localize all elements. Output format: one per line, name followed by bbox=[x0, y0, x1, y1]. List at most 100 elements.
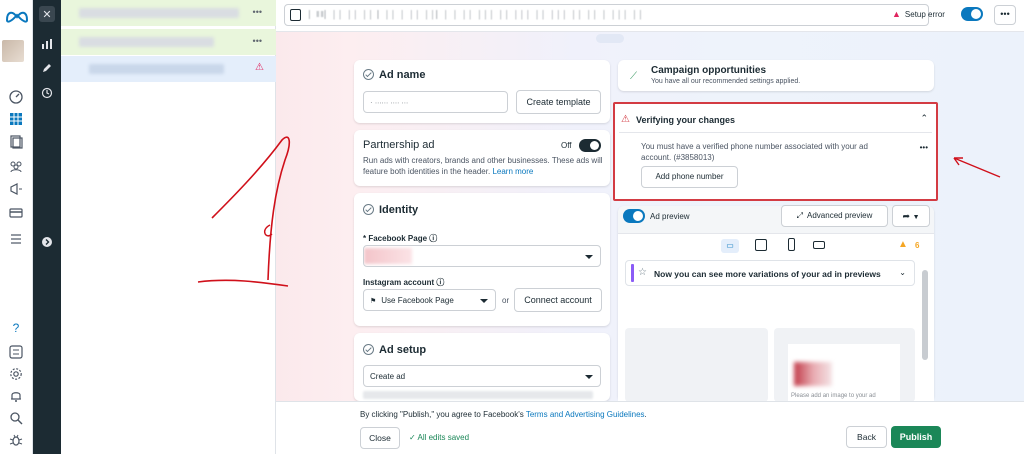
pages-icon[interactable] bbox=[8, 134, 24, 150]
saved-status: ✓ All edits saved bbox=[409, 433, 469, 442]
identity-title-text: Identity bbox=[379, 204, 419, 216]
checkmark-circle-icon bbox=[363, 69, 374, 80]
breadcrumb[interactable]: ▏‖‖▏││ ││ ││ ▏││ │ ││ ││▏│ │ ││ │││ ││ │… bbox=[284, 4, 929, 26]
row-more-icon[interactable]: ••• bbox=[253, 7, 262, 17]
ad-setup-title-text: Ad setup bbox=[379, 344, 427, 356]
topbar-more-button[interactable]: ••• bbox=[994, 5, 1016, 25]
publish-button[interactable]: Publish bbox=[891, 426, 941, 448]
banner-accent bbox=[631, 264, 634, 282]
message-more-icon[interactable]: ••• bbox=[920, 143, 928, 152]
ad-active-toggle[interactable] bbox=[961, 7, 983, 21]
back-button[interactable]: Back bbox=[846, 426, 887, 448]
account-avatar[interactable] bbox=[2, 40, 24, 62]
blurred-page-name bbox=[364, 248, 412, 264]
share-arrow-icon: ➦ bbox=[902, 211, 911, 221]
identity-title: Identity bbox=[363, 204, 418, 216]
ad-preview-toggle[interactable] bbox=[623, 209, 645, 223]
all-tools-menu-icon[interactable] bbox=[8, 231, 24, 247]
panel-toggle-icon[interactable] bbox=[290, 9, 301, 21]
row-more-icon[interactable]: ••• bbox=[253, 36, 262, 46]
desktop-preview-icon[interactable]: ▭ bbox=[721, 239, 739, 253]
close-icon[interactable]: ✕ bbox=[39, 6, 55, 22]
red-arrow-annotation bbox=[953, 157, 1001, 178]
facebook-page-select[interactable] bbox=[363, 245, 601, 267]
feed-preview-icon[interactable] bbox=[755, 239, 767, 251]
edit-review-tabs bbox=[596, 34, 679, 46]
billing-card-icon[interactable] bbox=[8, 205, 24, 221]
tree-row-campaign[interactable]: ••• bbox=[61, 0, 276, 26]
terms-link[interactable]: Terms and Advertising Guidelines bbox=[526, 410, 645, 419]
blurred-preview-image bbox=[794, 362, 832, 386]
mobile-preview-icon[interactable] bbox=[788, 238, 795, 251]
blurred-preview-caption: Please add an image to your ad bbox=[791, 393, 876, 399]
tree-row-ad-set[interactable]: ••• bbox=[61, 29, 276, 55]
blurred-campaign-name bbox=[79, 8, 239, 18]
saved-status-text: All edits saved bbox=[417, 433, 470, 442]
warning-triangle-icon[interactable]: ▲ bbox=[898, 239, 908, 250]
ad-setup-select[interactable]: Create ad bbox=[363, 365, 601, 387]
campaign-opportunities-subtitle: You have all our recommended settings ap… bbox=[651, 78, 801, 85]
partnership-ad-toggle[interactable] bbox=[579, 139, 601, 152]
chevron-down-icon bbox=[585, 255, 593, 259]
megaphone-icon[interactable] bbox=[8, 181, 24, 197]
add-phone-number-button[interactable]: Add phone number bbox=[641, 166, 738, 188]
connect-account-button[interactable]: Connect account bbox=[514, 288, 602, 312]
preview-card: Please add an image to your ad bbox=[788, 344, 900, 402]
ad-preview-panel: Ad preview ⤢ Advanced preview ➦ ▼ ▭ ▲ 6 ☆… bbox=[618, 205, 934, 402]
warning-triangle-icon: ▲ bbox=[892, 9, 901, 19]
partnership-ad-title: Partnership ad bbox=[363, 139, 435, 151]
preview-placeholder-right: Please add an image to your ad bbox=[774, 328, 915, 402]
expand-arrows-icon: ⤢ bbox=[796, 211, 804, 220]
top-bar: ▏‖‖▏││ ││ ││ ▏││ │ ││ ││▏│ │ ││ │││ ││ │… bbox=[276, 0, 1024, 32]
bar-chart-icon[interactable] bbox=[39, 36, 55, 52]
advanced-preview-button[interactable]: ⤢ Advanced preview bbox=[781, 205, 888, 227]
share-menu-button[interactable]: ➦ ▼ bbox=[892, 205, 930, 227]
history-clock-icon[interactable] bbox=[39, 85, 55, 101]
search-icon[interactable] bbox=[8, 410, 24, 426]
edit-pencil-icon[interactable] bbox=[39, 60, 55, 76]
partnership-ad-card: Partnership ad Off Run ads with creators… bbox=[354, 130, 610, 186]
error-warning-icon: ⚠ bbox=[255, 62, 264, 73]
create-template-button[interactable]: Create template bbox=[516, 90, 601, 114]
checkmark-circle-icon bbox=[363, 204, 374, 215]
instagram-account-label: Instagram account ⓘ bbox=[363, 278, 445, 287]
footer-bar: By clicking "Publish," you agree to Face… bbox=[276, 401, 1024, 454]
instagram-account-select[interactable]: ⚑ Use Facebook Page bbox=[363, 289, 496, 311]
instagram-account-value: Use Facebook Page bbox=[381, 296, 454, 305]
star-icon: ☆ bbox=[638, 267, 647, 278]
banner-preview-icon[interactable] bbox=[813, 241, 825, 249]
bug-report-icon[interactable] bbox=[8, 432, 24, 448]
ad-name-input[interactable]: · ∙∙∙∙∙∙ ∙∙∙∙ ∙∙∙ bbox=[363, 91, 508, 113]
chevron-down-icon[interactable]: ⌄ bbox=[899, 268, 906, 277]
expand-panel-icon[interactable] bbox=[39, 234, 55, 250]
meta-logo-icon[interactable] bbox=[5, 9, 29, 23]
warning-triangle-icon: ⚠ bbox=[621, 114, 630, 125]
variations-banner-text: Now you can see more variations of your … bbox=[654, 269, 881, 279]
chevron-down-icon: ▼ bbox=[912, 214, 920, 221]
blurred-ad-set-name bbox=[79, 37, 214, 47]
advanced-preview-label: Advanced preview bbox=[807, 211, 873, 220]
or-separator: or bbox=[502, 296, 510, 305]
settings-gear-icon[interactable] bbox=[8, 366, 24, 382]
publish-agreement: By clicking "Publish," you agree to Face… bbox=[360, 410, 647, 419]
preview-scrollbar[interactable] bbox=[922, 270, 928, 360]
setup-error-status[interactable]: ▲ Setup error bbox=[892, 9, 945, 19]
variations-banner[interactable]: ☆ Now you can see more variations of you… bbox=[625, 260, 915, 286]
campaign-opportunities-card[interactable]: ⟋ Campaign opportunities You have all ou… bbox=[618, 60, 934, 91]
ads-manager-table-icon[interactable] bbox=[8, 111, 24, 127]
dashboard-gauge-icon[interactable] bbox=[8, 89, 24, 105]
tab-edit[interactable] bbox=[596, 34, 624, 43]
close-button[interactable]: Close bbox=[360, 427, 400, 449]
audiences-icon[interactable] bbox=[8, 158, 24, 174]
ad-name-title-text: Ad name bbox=[379, 69, 426, 81]
tab-review[interactable] bbox=[638, 34, 666, 43]
news-feed-icon[interactable] bbox=[8, 344, 24, 360]
tree-row-ad[interactable]: ⚠ bbox=[61, 56, 276, 82]
collapse-chevron-up-icon[interactable]: ⌃ bbox=[920, 113, 928, 124]
help-icon[interactable]: ? bbox=[8, 320, 24, 336]
ad-name-title: Ad name bbox=[363, 69, 425, 81]
learn-more-link[interactable]: Learn more bbox=[492, 167, 533, 176]
ad-preview-label: Ad preview bbox=[650, 212, 690, 221]
notifications-bell-icon[interactable] bbox=[8, 388, 24, 404]
breadcrumb-text: ▏‖‖▏││ ││ ││ ▏││ │ ││ ││▏│ │ ││ │││ ││ │… bbox=[309, 10, 645, 19]
